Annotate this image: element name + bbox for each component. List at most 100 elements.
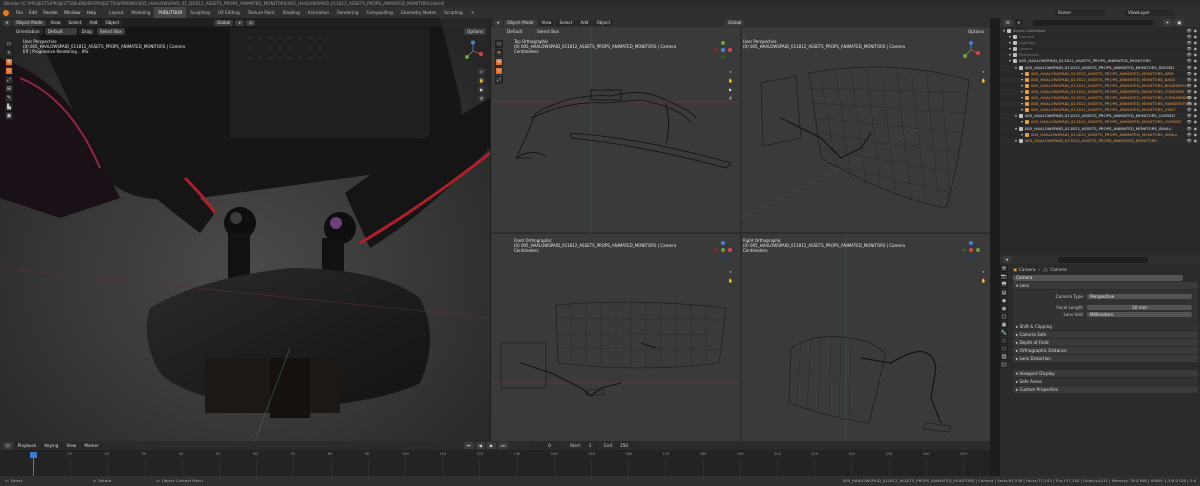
jump-end-icon[interactable]: ⏭ <box>498 442 508 449</box>
visibility-eye-icon[interactable]: 👁 <box>1187 65 1192 70</box>
visibility-eye-icon[interactable]: 👁 <box>1187 95 1192 100</box>
options-button[interactable]: Options <box>464 28 487 35</box>
camera-type-dropdown[interactable]: Perspective <box>1087 293 1192 300</box>
timeline-ruler[interactable]: 0102030405060708090100110120130140150160… <box>0 450 990 476</box>
user-nav-gizmo-icon[interactable] <box>961 40 981 60</box>
visibility-eye-icon[interactable]: 👁 <box>1187 40 1192 45</box>
visibility-eye-icon[interactable]: 👁 <box>1187 28 1192 33</box>
expand-arrow-icon[interactable]: ▾ <box>1009 58 1011 63</box>
expand-arrow-icon[interactable]: ▾ <box>1009 40 1011 45</box>
navigation-gizmo-icon[interactable] <box>462 40 484 62</box>
timeline-editor-type-icon[interactable]: ◷ <box>3 442 13 449</box>
collection-tab-icon[interactable]: ▢ <box>1000 313 1008 320</box>
quad-rotate-tool-icon[interactable]: ↻ <box>495 67 503 75</box>
blender-logo-icon[interactable] <box>3 9 9 16</box>
render-camera-icon[interactable]: ◉ <box>1194 119 1197 124</box>
menu-edit[interactable]: Edit <box>26 7 40 18</box>
render-camera-icon[interactable]: ◉ <box>1194 46 1197 51</box>
visibility-eye-icon[interactable]: 👁 <box>1187 52 1192 57</box>
persp-pan-icon[interactable]: ✋ <box>980 77 987 84</box>
top-camera-icon[interactable]: ▶ <box>727 86 734 93</box>
render-tab-icon[interactable]: 📷 <box>1000 273 1008 280</box>
expand-arrow-icon[interactable]: ▾ <box>1015 138 1017 143</box>
tab-sculpting[interactable]: Sculpting <box>186 7 214 18</box>
world-tab-icon[interactable]: ◉ <box>1000 305 1008 312</box>
visibility-eye-icon[interactable]: 👁 <box>1187 119 1192 124</box>
outliner-editor-type-icon[interactable]: ☰ <box>1003 19 1013 26</box>
render-camera-icon[interactable]: ◉ <box>1194 132 1197 137</box>
visibility-eye-icon[interactable]: 👁 <box>1187 89 1192 94</box>
scene-selector[interactable]: Scene <box>1055 9 1107 16</box>
visibility-eye-icon[interactable]: 👁 <box>1187 138 1192 143</box>
tab-rendering[interactable]: Rendering <box>333 7 362 18</box>
render-camera-icon[interactable]: ◉ <box>1194 101 1197 106</box>
rotate-tool-icon[interactable]: ↻ <box>5 67 13 75</box>
proportional-icon[interactable]: ◎ <box>245 19 256 26</box>
viewport-rendered[interactable]: ▾ Object Mode View Select Add Object Glo… <box>0 18 490 441</box>
end-frame-field[interactable]: 250 <box>614 442 635 449</box>
visibility-eye-icon[interactable]: 👁 <box>1187 107 1192 112</box>
properties-search-input[interactable] <box>1058 256 1149 263</box>
modifiers-tab-icon[interactable]: 🔧 <box>1000 329 1008 336</box>
quad-move-tool-icon[interactable]: ✥ <box>495 58 503 66</box>
start-frame-field[interactable]: 1 <box>582 442 599 449</box>
render-camera-icon[interactable]: ◉ <box>1194 34 1197 39</box>
camera-safe-header[interactable]: ▸ Camera Safe <box>1013 330 1198 338</box>
expand-arrow-icon[interactable]: ▾ <box>1009 52 1011 57</box>
render-camera-icon[interactable]: ◉ <box>1194 138 1197 143</box>
top-grid-icon[interactable]: # <box>727 95 734 102</box>
visibility-eye-icon[interactable]: 👁 <box>1187 126 1192 131</box>
properties-editor-type-icon[interactable]: ▾ <box>1003 256 1012 263</box>
current-frame-field[interactable]: 0 <box>529 442 554 449</box>
render-camera-icon[interactable]: ◉ <box>1194 113 1197 118</box>
menu-file[interactable]: File <box>13 7 26 18</box>
shift-clipping-header[interactable]: ▸ Shift & Clipping <box>1013 322 1198 330</box>
annotate-tool-icon[interactable]: ✎ <box>5 94 13 102</box>
visibility-eye-icon[interactable]: 👁 <box>1187 46 1192 51</box>
tab-uv-editing[interactable]: UV Editing <box>214 7 244 18</box>
outliner-display-mode-icon[interactable]: ▾ <box>1014 19 1023 26</box>
expand-arrow-icon[interactable]: ▾ <box>1021 77 1023 82</box>
zoom-icon[interactable]: ⌕ <box>478 68 485 75</box>
quad-scale-tool-icon[interactable]: ⤢ <box>495 76 503 84</box>
expand-arrow-icon[interactable]: ▾ <box>1021 95 1023 100</box>
top-nav-gizmo-icon[interactable] <box>713 40 733 60</box>
menu-render[interactable]: Render <box>40 7 61 18</box>
tab-modeling[interactable]: Modeling <box>127 7 154 18</box>
tab-texture-paint[interactable]: Texture Paint <box>244 7 279 18</box>
render-camera-icon[interactable]: ◉ <box>1194 40 1197 45</box>
custom-properties-header[interactable]: ▸ Custom Properties <box>1013 385 1198 393</box>
scene-field[interactable]: Scene <box>1055 9 1105 16</box>
expand-arrow-icon[interactable]: ▾ <box>1021 107 1023 112</box>
pan-hand-icon[interactable]: ✋ <box>478 77 485 84</box>
grid-view-icon[interactable]: # <box>478 95 485 102</box>
scale-tool-icon[interactable]: ⤢ <box>5 76 13 84</box>
expand-arrow-icon[interactable]: ▾ <box>1021 71 1023 76</box>
render-camera-icon[interactable]: ◉ <box>1194 89 1197 94</box>
render-camera-icon[interactable]: ◉ <box>1194 107 1197 112</box>
menu-add[interactable]: Add <box>86 19 101 26</box>
right-zoom-icon[interactable]: ⌕ <box>980 268 987 275</box>
add-workspace-icon[interactable]: + <box>467 7 479 18</box>
keying-menu[interactable]: Keying <box>41 442 62 449</box>
render-camera-icon[interactable]: ◉ <box>1194 83 1197 88</box>
expand-arrow-icon[interactable]: ▾ <box>1015 126 1017 131</box>
expand-arrow-icon[interactable]: ▾ <box>1015 113 1017 118</box>
timeline-marker-menu[interactable]: Marker <box>81 442 102 449</box>
cursor-tool-icon[interactable]: + <box>5 49 13 57</box>
lens-panel-header[interactable]: ▾ Lens <box>1013 281 1198 289</box>
camera-view-icon[interactable]: ▶ <box>478 86 485 93</box>
front-pan-icon[interactable]: ✋ <box>727 277 734 284</box>
scene-tab-icon[interactable]: ◆ <box>1000 297 1008 304</box>
drag-dropdown[interactable]: Select Box <box>96 28 125 35</box>
jump-start-icon[interactable]: ⏮ <box>463 442 474 449</box>
expand-arrow-icon[interactable]: ▾ <box>1021 101 1023 106</box>
render-camera-icon[interactable]: ◉ <box>1194 126 1197 131</box>
select-box-tool-icon[interactable]: ▭ <box>5 40 13 48</box>
expand-arrow-icon[interactable]: ▾ <box>1021 89 1023 94</box>
front-zoom-icon[interactable]: ⌕ <box>727 268 734 275</box>
render-camera-icon[interactable]: ◉ <box>1194 28 1197 33</box>
viewport-display-header[interactable]: ▾ Viewport Display <box>1013 369 1198 377</box>
snap-icon[interactable]: ⌖ <box>235 19 244 26</box>
visibility-eye-icon[interactable]: 👁 <box>1187 77 1192 82</box>
